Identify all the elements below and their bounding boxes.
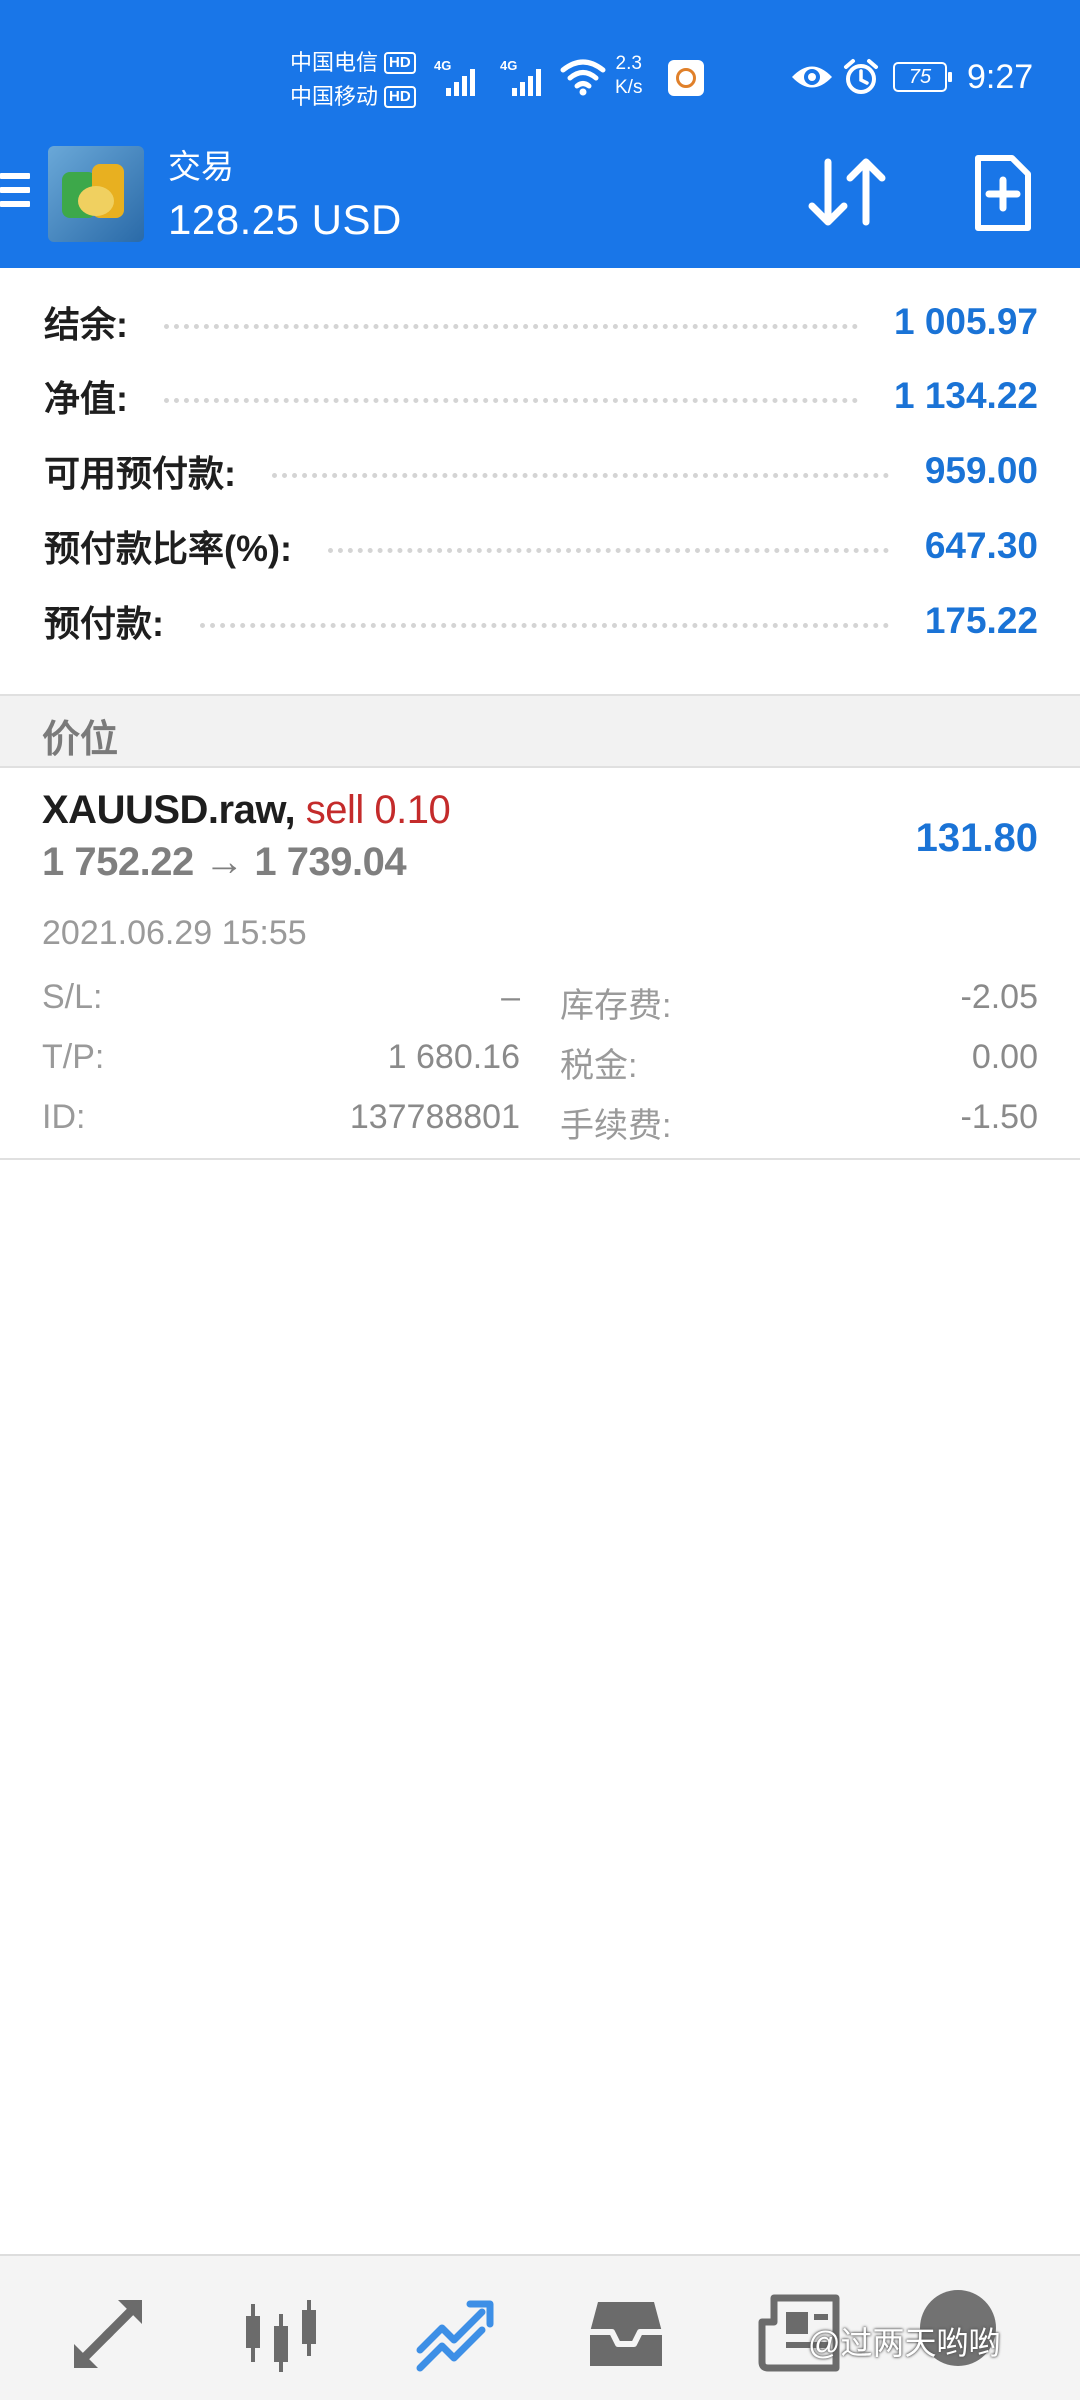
- position-item[interactable]: XAUUSD.raw, sell 0.10 1 752.22 → 1 739.0…: [0, 768, 1080, 1160]
- balance-label: 结余:: [44, 304, 128, 345]
- header: 中国电信 HD 中国移动 HD 4G 4G 2.3 K/s 75 9:27 交易…: [0, 0, 1080, 268]
- equity-label: 净值:: [44, 378, 128, 419]
- notification-app-icon: [668, 60, 704, 96]
- order-side: sell 0.10: [305, 788, 451, 832]
- margin-label: 预付款:: [44, 603, 164, 644]
- balance-value: 1 005.97: [893, 301, 1038, 342]
- wifi-icon: [560, 59, 606, 96]
- section-title: 价位: [42, 719, 119, 761]
- carrier-info: 中国电信 HD 中国移动 HD: [290, 46, 416, 114]
- price-range: 1 752.22 → 1 739.04: [42, 840, 407, 884]
- tax-label: 税金:: [560, 1047, 638, 1085]
- summary-row-balance: 结余: 1 005.97: [44, 292, 1038, 352]
- swap-value: -2.05: [960, 978, 1039, 1016]
- battery-indicator: 75: [893, 62, 952, 92]
- alarm-icon: [844, 59, 878, 94]
- history-icon[interactable]: [584, 2292, 668, 2376]
- watermark: @过两天哟哟: [808, 2325, 1001, 2361]
- quotes-icon[interactable]: [66, 2292, 150, 2376]
- free-margin-value: 959.00: [924, 450, 1038, 491]
- page-title: 交易: [168, 148, 234, 185]
- eye-icon: [792, 66, 832, 88]
- trade-icon[interactable]: [412, 2292, 496, 2376]
- tax-value: 0.00: [971, 1038, 1038, 1076]
- carrier-2-name: 中国移动: [290, 84, 379, 109]
- tp-value: 1 680.16: [387, 1038, 520, 1076]
- commission-value: -1.50: [960, 1098, 1039, 1136]
- account-summary: 结余: 1 005.97 净值: 1 134.22 可用预付款: 959.00 …: [0, 268, 1080, 694]
- summary-row-free-margin: 可用预付款: 959.00: [44, 441, 1038, 501]
- id-value: 137788801: [349, 1098, 520, 1136]
- hd-badge: HD: [384, 52, 416, 74]
- equity-value: 1 134.22: [893, 375, 1038, 416]
- position-symbol: XAUUSD.raw, sell 0.10: [42, 788, 451, 833]
- sort-icon[interactable]: [800, 150, 896, 234]
- margin-level-label: 预付款比率(%):: [44, 528, 292, 569]
- chart-icon[interactable]: [240, 2292, 324, 2376]
- summary-row-margin-level: 预付款比率(%): 647.30: [44, 516, 1038, 576]
- sl-label: S/L:: [42, 978, 103, 1016]
- swap-label: 库存费:: [560, 987, 672, 1025]
- status-bar: 中国电信 HD 中国移动 HD 4G 4G 2.3 K/s 75 9:27: [0, 0, 1080, 150]
- margin-level-value: 647.30: [924, 525, 1038, 566]
- id-label: ID:: [42, 1098, 86, 1136]
- menu-icon[interactable]: [0, 173, 30, 215]
- summary-row-equity: 净值: 1 134.22: [44, 366, 1038, 426]
- hd-badge: HD: [384, 86, 416, 108]
- carrier-1-name: 中国电信: [290, 50, 379, 75]
- app-logo: [48, 146, 144, 242]
- commission-label: 手续费:: [560, 1107, 672, 1145]
- sl-value: –: [501, 978, 520, 1016]
- network-speed: 2.3 K/s: [615, 53, 643, 98]
- margin-value: 175.22: [924, 600, 1038, 641]
- status-time: 9:27: [967, 58, 1034, 96]
- new-order-icon[interactable]: [960, 152, 1044, 236]
- open-time: 2021.06.29 15:55: [42, 914, 307, 952]
- position-profit: 131.80: [915, 816, 1038, 860]
- tp-label: T/P:: [42, 1038, 105, 1076]
- section-header: 价位: [0, 694, 1080, 768]
- symbol-name: XAUUSD.raw,: [42, 788, 296, 832]
- summary-row-margin: 预付款: 175.22: [44, 591, 1038, 651]
- free-margin-label: 可用预付款:: [44, 453, 236, 494]
- header-balance: 128.25 USD: [168, 196, 402, 243]
